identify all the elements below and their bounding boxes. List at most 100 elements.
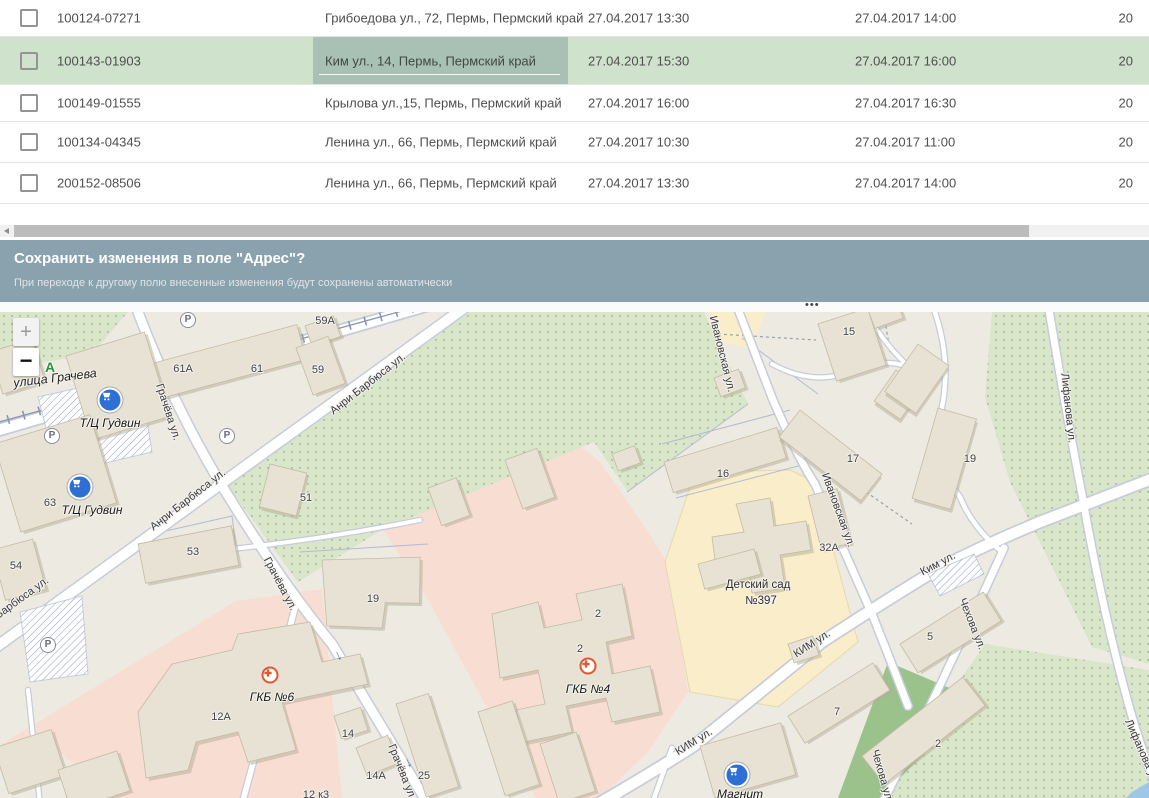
poi-label: Т/Ц Гудвин [80, 416, 141, 430]
order-number-cell: 100149-01555 [57, 96, 141, 111]
parking-icon: P [44, 428, 60, 444]
poi-label: Т/Ц Гудвин [62, 503, 123, 517]
table-row[interactable]: 100124-07271 Грибоедова ул., 72, Пермь, … [0, 0, 1149, 37]
address-cell: Грибоедова ул., 72, Пермь, Пермский край [325, 11, 583, 26]
building-label: 63 [44, 497, 56, 509]
building-label: 14 [342, 728, 354, 740]
street-label: Грачёва ул. [261, 555, 299, 613]
building-label: 54 [10, 560, 22, 572]
building-label: 15 [843, 326, 855, 338]
zoom-in-button[interactable]: + [13, 318, 39, 346]
order-number-cell: 200152-08506 [57, 176, 141, 191]
save-notification: Сохранить изменения в поле "Адрес"? При … [0, 240, 1149, 302]
area-label: Детский сад [726, 579, 791, 591]
street-label: Лифанова ул. [1122, 717, 1149, 786]
end-date-cell: 27.04.2017 16:30 [855, 96, 956, 111]
scroll-left-icon[interactable] [0, 225, 14, 237]
hospital-cross-icon [580, 658, 597, 675]
building-label: 19 [367, 593, 379, 605]
table-row[interactable]: 200152-08506 Ленина ул., 66, Пермь, Перм… [0, 163, 1149, 204]
building-label: 32А [819, 542, 839, 554]
building-label: 17 [847, 453, 859, 465]
building-label: 51 [300, 492, 312, 504]
building-label: 16 [717, 468, 729, 480]
quantity-cell: 20 [1119, 135, 1133, 150]
map-label-layer: улица ГрачеваГрачёва ул.Анри Барбюса ул.… [0, 312, 1149, 798]
address-cell: Ленина ул., 66, Пермь, Пермский край [325, 135, 557, 150]
oneway-arrow-icon: ← [326, 647, 346, 666]
address-cell: Крылова ул.,15, Пермь, Пермский край [325, 96, 562, 111]
poi-label: ГКБ №4 [566, 682, 610, 696]
quantity-cell: 20 [1119, 53, 1133, 68]
address-cell: Ленина ул., 66, Пермь, Пермский край [325, 176, 557, 191]
address-edit-value: Ким ул., 14, Пермь, Пермский край [325, 53, 536, 68]
parking-icon: P [180, 312, 196, 328]
street-label: Анри Барбюса ул. [328, 351, 408, 417]
street-label: Грачёва ул. [153, 382, 183, 442]
start-date-cell: 27.04.2017 16:00 [588, 96, 689, 111]
page: 100124-07271 Грибоедова ул., 72, Пермь, … [0, 0, 1149, 798]
street-label: Анри Барбюса ул. [148, 467, 228, 533]
row-checkbox[interactable] [20, 9, 38, 27]
scrollbar-thumb[interactable] [14, 225, 1029, 237]
table-row[interactable]: 100149-01555 Крылова ул.,15, Пермь, Перм… [0, 85, 1149, 122]
zoom-out-button[interactable]: − [13, 348, 39, 376]
end-date-cell: 27.04.2017 14:00 [855, 176, 956, 191]
shopping-cart-icon [727, 765, 748, 786]
row-checkbox[interactable] [20, 133, 38, 151]
poi-label: Магнит [717, 787, 763, 798]
table-row[interactable]: 100134-04345 Ленина ул., 66, Пермь, Перм… [0, 122, 1149, 163]
street-label: Ким ул. [918, 550, 957, 578]
drag-dots-icon: ••• [805, 299, 820, 311]
splitter-handle[interactable]: ••• [0, 302, 1149, 312]
building-label: 5 [927, 631, 933, 643]
quantity-cell: 20 [1119, 11, 1133, 26]
building-label: 2 [577, 643, 583, 655]
start-date-cell: 27.04.2017 10:30 [588, 135, 689, 150]
horizontal-scrollbar[interactable] [0, 225, 1149, 237]
street-label: Чехова ул. [869, 748, 896, 798]
building-label: 61 [251, 363, 263, 375]
building-label: 2 [935, 738, 941, 750]
building-label: 19 [964, 453, 976, 465]
map-zoom-controls: + − [13, 318, 39, 376]
street-label: КИМ ул. [673, 726, 714, 758]
parking-icon: P [40, 637, 56, 653]
building-label: 7 [834, 706, 840, 718]
building-label: 53 [187, 546, 199, 558]
table-row-selected[interactable]: 100143-01903 Ким ул., 14, Пермь, Пермски… [0, 37, 1149, 85]
order-number-cell: 100124-07271 [57, 11, 141, 26]
building-label: 59 [312, 364, 324, 376]
building-label: 12 к3 [303, 789, 329, 798]
map-container[interactable]: .bs{fill:#b3ab95;opacity:.5} .bb{fill:#e… [0, 312, 1149, 798]
row-checkbox[interactable] [20, 174, 38, 192]
street-label: Ивановская ул. [707, 315, 738, 394]
end-date-cell: 27.04.2017 11:00 [855, 135, 955, 150]
row-checkbox[interactable] [20, 52, 38, 70]
street-label: Ивановская ул. [819, 471, 857, 548]
poi-label: ГКБ №6 [250, 690, 294, 704]
notification-title: Сохранить изменения в поле "Адрес"? [14, 250, 305, 267]
building-label: 12А [211, 711, 231, 723]
street-label: Барбюса ул. [0, 575, 51, 622]
street-label: Лифанова ул. [1058, 372, 1077, 443]
street-label: Чехова ул. [956, 597, 987, 652]
address-edit-field[interactable]: Ким ул., 14, Пермь, Пермский край [313, 37, 568, 84]
orders-table: 100124-07271 Грибоедова ул., 72, Пермь, … [0, 0, 1149, 225]
quantity-cell: 20 [1119, 176, 1133, 191]
street-label: КИМ ул. [791, 628, 832, 661]
building-label: 59А [315, 315, 335, 327]
row-checkbox[interactable] [20, 94, 38, 112]
building-label: 61А [173, 363, 193, 375]
shopping-cart-icon [70, 477, 91, 498]
building-label: 2 [595, 608, 601, 620]
hospital-cross-icon [262, 667, 279, 684]
order-number-cell: 100134-04345 [57, 135, 141, 150]
parking-icon: P [219, 428, 235, 444]
building-label: 14А [366, 770, 386, 782]
order-number-cell: 100143-01903 [57, 53, 141, 68]
end-date-cell: 27.04.2017 16:00 [855, 53, 956, 68]
route-point-a-marker: A [45, 359, 55, 375]
start-date-cell: 27.04.2017 13:30 [588, 11, 689, 26]
end-date-cell: 27.04.2017 14:00 [855, 11, 956, 26]
